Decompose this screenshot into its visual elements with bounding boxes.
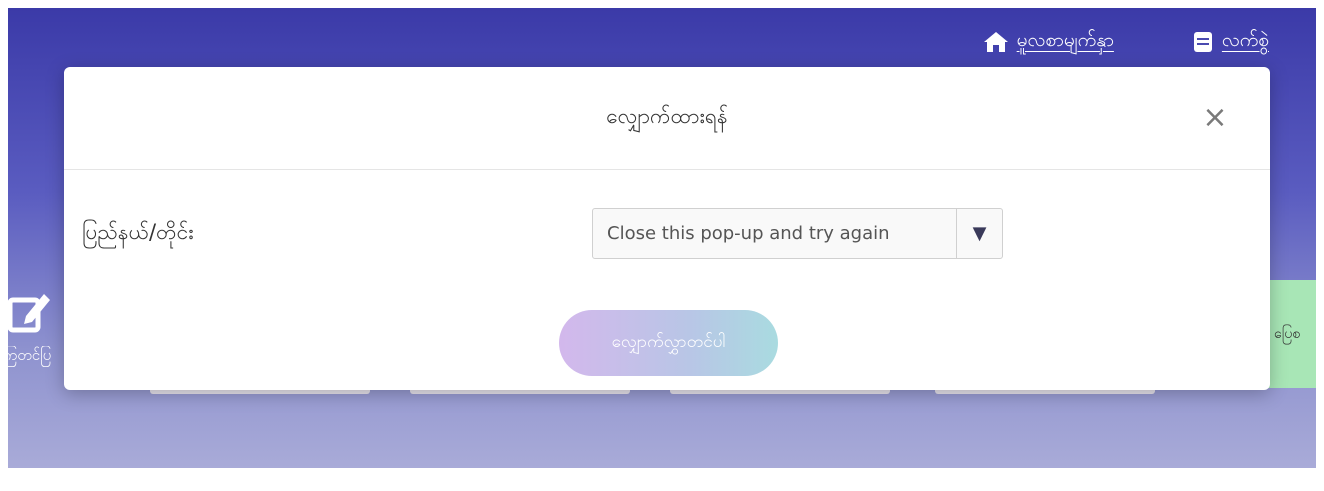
- book-icon: [1193, 32, 1212, 52]
- modal-title: လျှောက်ထားရန်: [606, 103, 728, 128]
- region-select-value: Close this pop-up and try again: [607, 223, 890, 244]
- edit-icon: [8, 294, 50, 333]
- chevron-down-icon[interactable]: ▼: [956, 209, 1002, 258]
- top-nav: မူလစာမျက်နှာ လက်စွဲ: [983, 20, 1269, 64]
- apply-modal: လျှောက်ထားရန် × ပြည်နယ်/တိုင်း Close thi…: [64, 67, 1270, 390]
- nav-home-label: မူလစာမျက်နှာ: [1016, 29, 1114, 51]
- nav-guide-link[interactable]: လက်စွဲ: [1192, 28, 1269, 56]
- region-select[interactable]: Close this pop-up and try again ▼: [592, 208, 1003, 259]
- home-icon: [983, 32, 1008, 52]
- close-icon[interactable]: ×: [1202, 103, 1228, 133]
- nav-guide-label: လက်စွဲ: [1221, 29, 1269, 51]
- nav-home-link[interactable]: မူလစာမျက်နှာ: [983, 28, 1114, 56]
- modal-header: လျှောက်ထားရန် ×: [64, 67, 1270, 170]
- region-field-label: ပြည်နယ်/တိုင်း: [82, 220, 194, 244]
- background-card-right[interactable]: ပြေစ: [1268, 280, 1316, 388]
- background-card-right-label: ပြေစ: [1274, 325, 1301, 342]
- submit-application-button[interactable]: လျှောက်လွှာတင်ပါ: [559, 310, 778, 376]
